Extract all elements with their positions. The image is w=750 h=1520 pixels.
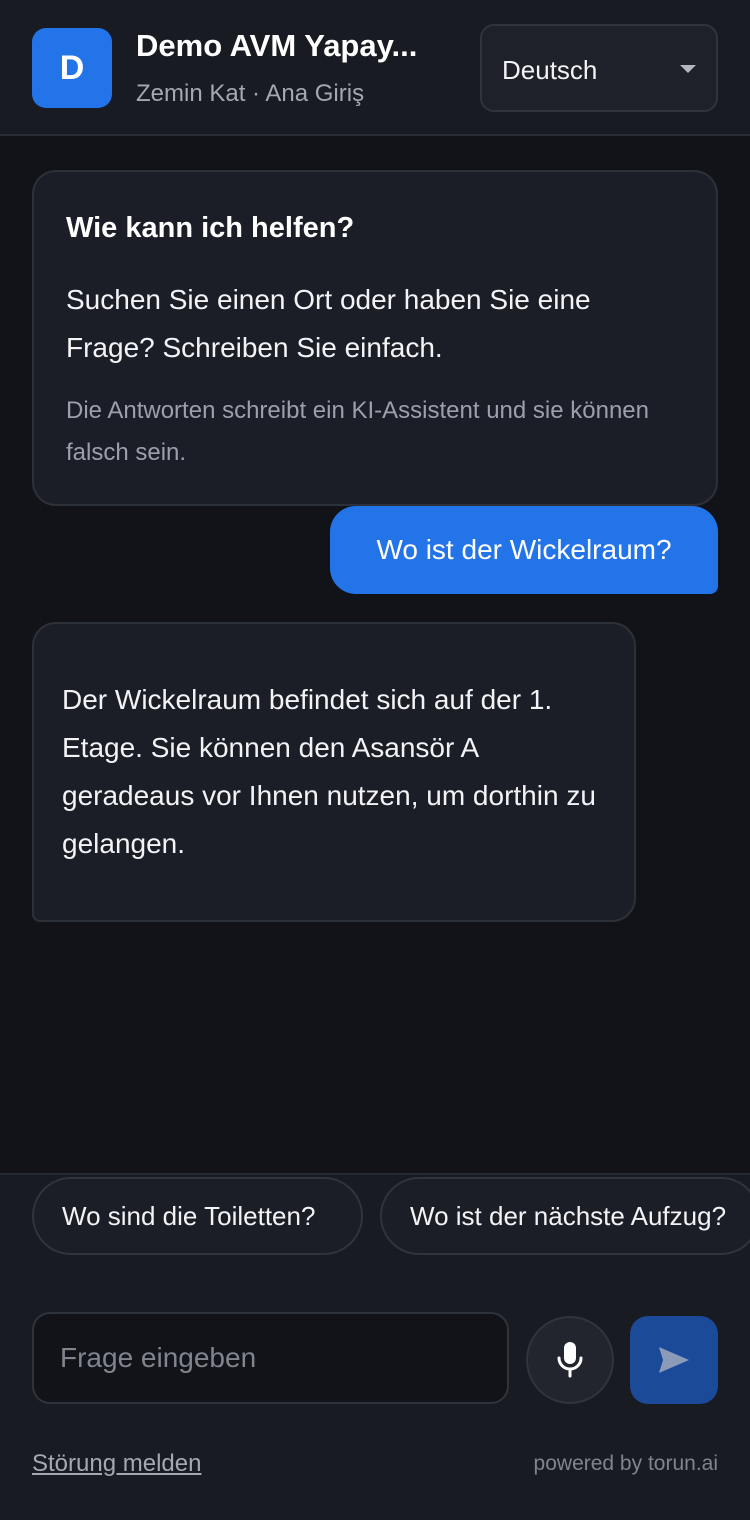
language-select-value: Deutsch (502, 55, 598, 85)
powered-by-label: powered by torun.ai (533, 1452, 718, 1475)
suggestion-chip-toilets[interactable]: Wo sind die Toiletten? (32, 1177, 363, 1255)
user-message: Wo ist der Wickelraum? (330, 506, 718, 594)
language-select[interactable]: Deutsch (480, 24, 718, 112)
report-issue-link[interactable]: Störung melden (32, 1450, 201, 1478)
microphone-button[interactable] (526, 1316, 614, 1404)
ai-disclaimer: Die Antworten schreibt ein KI-Assistent … (66, 397, 649, 466)
assistant-message-text: Der Wickelraum befindet sich auf der 1. … (62, 684, 596, 859)
send-icon (659, 1347, 689, 1373)
microphone-icon (557, 1342, 583, 1378)
question-input[interactable] (32, 1312, 509, 1404)
suggestion-chip-elevator[interactable]: Wo ist der nächste Aufzug? (380, 1177, 750, 1255)
send-button[interactable] (630, 1316, 718, 1404)
app-title: Demo AVM Yapay... (136, 28, 418, 63)
welcome-heading: Wie kann ich helfen? (66, 212, 355, 244)
chevron-down-icon (680, 65, 696, 73)
location-subtitle: Zemin Kat · Ana Giriş (136, 80, 365, 107)
welcome-text: Suchen Sie einen Ort oder haben Sie eine… (66, 284, 591, 363)
brand-avatar: D (32, 28, 112, 108)
